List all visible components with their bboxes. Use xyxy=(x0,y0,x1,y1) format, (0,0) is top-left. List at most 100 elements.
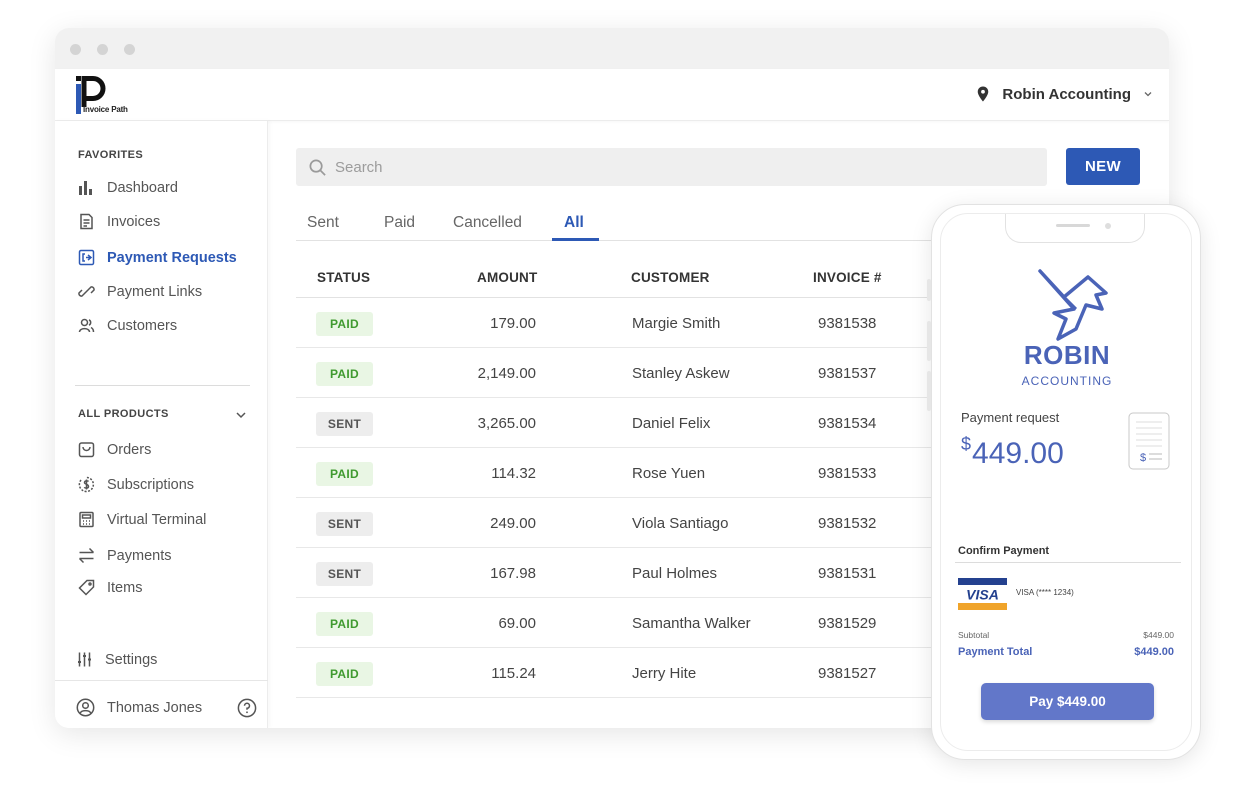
customer-cell: Samantha Walker xyxy=(632,615,751,632)
help-icon[interactable] xyxy=(237,698,257,718)
robin-brand-sub: ACCOUNTING xyxy=(1021,374,1113,388)
amount-cell: 3,265.00 xyxy=(477,415,536,432)
bar-chart-icon xyxy=(79,181,92,195)
user-profile[interactable]: Thomas Jones xyxy=(76,698,202,717)
customer-cell: Viola Santiago xyxy=(632,515,729,532)
sidebar-item-payment-requests[interactable]: Payment Requests xyxy=(78,249,237,266)
robin-brand-name: ROBIN xyxy=(1023,340,1111,370)
sidebar-item-label: Payment Requests xyxy=(107,249,237,266)
svg-text:$: $ xyxy=(1140,452,1146,464)
invoice-icon xyxy=(80,213,93,230)
tab-all[interactable]: All xyxy=(564,214,584,232)
card-details: VISA (**** 1234) xyxy=(1016,588,1074,597)
payment-total-label: Payment Total xyxy=(958,646,1033,658)
invoice-cell: 9381529 xyxy=(818,615,877,632)
new-button[interactable]: NEW xyxy=(1066,148,1140,185)
payment-total-value: $449.00 xyxy=(1134,646,1174,658)
dollar-circle-icon xyxy=(78,476,95,493)
phone-side-button xyxy=(927,279,931,301)
search-icon xyxy=(309,159,326,176)
invoice-cell: 9381531 xyxy=(818,565,877,582)
transfer-icon xyxy=(78,547,95,564)
sidebar-item-orders[interactable]: Orders xyxy=(78,441,151,458)
phone-speaker xyxy=(1056,224,1090,227)
status-badge: SENT xyxy=(316,412,373,436)
tag-icon xyxy=(78,579,95,596)
sidebar-item-virtual-terminal[interactable]: Virtual Terminal xyxy=(78,511,206,528)
active-tab-indicator xyxy=(552,238,599,241)
pay-button[interactable]: Pay $449.00 xyxy=(981,683,1154,720)
search-bar[interactable] xyxy=(296,148,1047,186)
calculator-icon xyxy=(79,511,94,528)
invoice-cell: 9381538 xyxy=(818,315,877,332)
subtotal-label: Subtotal xyxy=(958,630,990,640)
user-avatar-icon xyxy=(76,698,95,717)
amount-cell: 2,149.00 xyxy=(477,365,536,382)
customer-cell: Rose Yuen xyxy=(632,465,706,482)
phone-mockup: ROBIN ACCOUNTING Payment request $449.00… xyxy=(927,204,1201,760)
sidebar-item-label: Settings xyxy=(105,651,158,668)
customer-cell: Stanley Askew xyxy=(632,365,730,382)
column-amount[interactable]: AMOUNT xyxy=(477,270,537,285)
sidebar-item-payment-links[interactable]: Payment Links xyxy=(78,283,202,300)
status-badge: PAID xyxy=(316,462,373,486)
invoice-cell: 9381537 xyxy=(818,365,877,382)
sliders-icon xyxy=(78,652,91,667)
invoice-document-icon: $ xyxy=(1128,412,1170,470)
sidebar-item-settings[interactable]: Settings xyxy=(76,651,157,668)
payment-request-label: Payment request xyxy=(961,410,1060,425)
window-titlebar xyxy=(55,28,1169,69)
invoice-cell: 9381532 xyxy=(818,515,877,532)
phone-side-button xyxy=(927,371,931,411)
phone-camera xyxy=(1105,223,1111,229)
bag-icon xyxy=(78,442,95,458)
visa-card-icon: VISA xyxy=(958,578,1007,610)
column-customer[interactable]: CUSTOMER xyxy=(631,270,710,285)
sidebar-item-subscriptions[interactable]: Subscriptions xyxy=(78,476,194,493)
currency-symbol: $ xyxy=(961,434,972,454)
sidebar-item-payments[interactable]: Payments xyxy=(78,547,171,564)
tab-cancelled[interactable]: Cancelled xyxy=(453,214,522,232)
customer-cell: Margie Smith xyxy=(632,315,721,332)
column-status[interactable]: STATUS xyxy=(317,270,370,285)
confirm-payment-label: Confirm Payment xyxy=(958,545,1050,557)
sidebar-item-dashboard[interactable]: Dashboard xyxy=(78,179,178,196)
logo-text: Invoice Path xyxy=(83,105,128,114)
customer-cell: Jerry Hite xyxy=(632,665,697,682)
chevron-down-icon[interactable] xyxy=(235,409,247,421)
amount-cell: 115.24 xyxy=(491,665,536,682)
customer-cell: Paul Holmes xyxy=(632,565,718,582)
payment-request-icon xyxy=(78,249,95,266)
search-input[interactable] xyxy=(335,158,935,176)
sidebar: FAVORITES Dashboard Invoices Payment Req… xyxy=(55,121,268,728)
window-maximize-dot[interactable] xyxy=(124,44,135,55)
subtotal-value: $449.00 xyxy=(1143,630,1174,640)
robin-bird-logo xyxy=(1038,269,1108,341)
favorites-title: FAVORITES xyxy=(78,149,144,161)
sidebar-divider xyxy=(75,385,250,386)
sidebar-item-invoices[interactable]: Invoices xyxy=(78,213,160,230)
status-badge: PAID xyxy=(316,312,373,336)
sidebar-item-customers[interactable]: Customers xyxy=(78,317,177,334)
sidebar-item-label: Virtual Terminal xyxy=(107,511,207,528)
amount-value: 449.00 xyxy=(972,437,1064,470)
app-header: Invoice Path Robin Accounting xyxy=(55,69,1169,121)
sidebar-item-items[interactable]: Items xyxy=(78,579,142,596)
status-badge: PAID xyxy=(316,362,373,386)
status-badge: SENT xyxy=(316,512,373,536)
window-close-dot[interactable] xyxy=(70,44,81,55)
all-products-title: ALL PRODUCTS xyxy=(78,408,169,420)
company-name: Robin Accounting xyxy=(1002,85,1131,103)
company-selector[interactable]: Robin Accounting xyxy=(974,85,1153,103)
tab-paid[interactable]: Paid xyxy=(384,214,415,232)
window-minimize-dot[interactable] xyxy=(97,44,108,55)
sidebar-item-label: Customers xyxy=(107,317,178,334)
invoice-cell: 9381527 xyxy=(818,665,877,682)
tab-sent[interactable]: Sent xyxy=(307,214,339,232)
amount-cell: 179.00 xyxy=(490,315,536,332)
confirm-divider xyxy=(955,562,1181,563)
status-badge: SENT xyxy=(316,562,373,586)
link-icon xyxy=(78,286,95,297)
sidebar-item-label: Payment Links xyxy=(107,283,203,300)
column-invoice[interactable]: INVOICE # xyxy=(813,270,882,285)
